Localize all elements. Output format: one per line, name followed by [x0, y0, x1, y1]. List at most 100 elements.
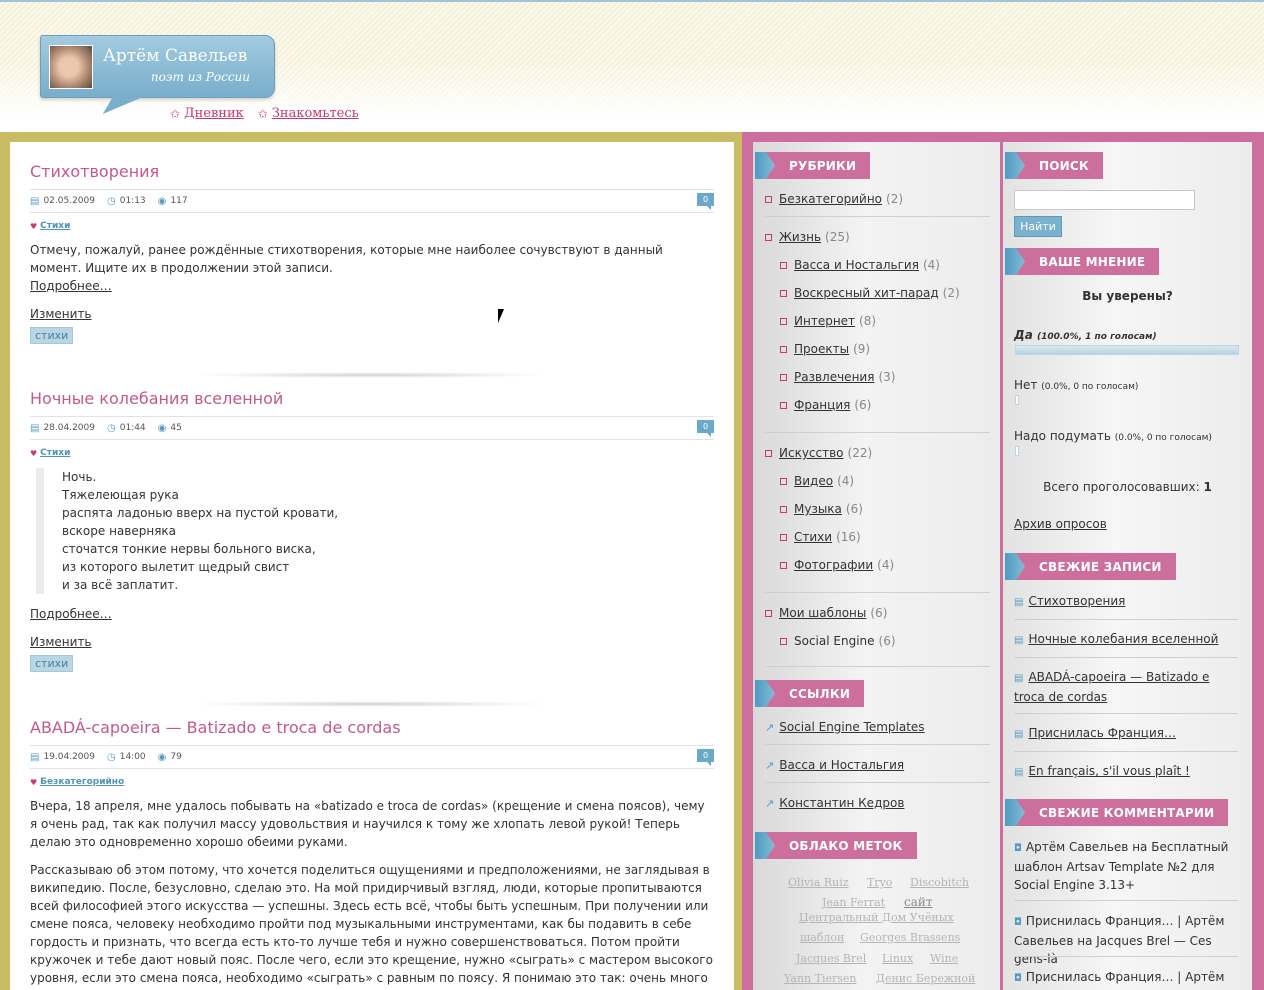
- post-title[interactable]: Ночные колебания вселенной: [30, 389, 714, 408]
- tag-cloud-link[interactable]: Wine: [930, 952, 958, 965]
- tag-cloud-link[interactable]: Georges Brassens: [860, 931, 960, 944]
- search-button[interactable]: Найти: [1014, 216, 1062, 237]
- post-separator: [190, 372, 550, 378]
- square-bullet-icon: [780, 637, 787, 645]
- category-item: Стихи (16): [780, 530, 861, 544]
- comment-author: Артём Савельев: [1025, 840, 1129, 854]
- edit-link[interactable]: Изменить: [30, 633, 714, 651]
- post-tag[interactable]: стихи: [30, 327, 74, 344]
- eye-icon: ◉: [157, 195, 167, 207]
- poem-line: Ночь.: [62, 470, 97, 484]
- tag-cloud-link[interactable]: Linux: [882, 952, 913, 965]
- poll-answer: Надо подумать (0.0%, 0 по голосам): [1014, 429, 1212, 443]
- comment-icon: ◘: [1014, 843, 1022, 854]
- category-link[interactable]: Воскресный хит-парад: [794, 286, 939, 300]
- square-bullet-icon: [780, 401, 787, 409]
- poll-result-fill: [1016, 346, 1238, 354]
- recent-post-link[interactable]: En français, s'il vous plaît !: [1028, 764, 1189, 778]
- tag-cloud-link[interactable]: Jean Ferrat: [822, 896, 885, 909]
- divider: [1014, 713, 1238, 714]
- recent-post-link[interactable]: Приснилась Франция…: [1028, 726, 1176, 740]
- divider: [765, 744, 990, 745]
- category-link[interactable]: Франция: [794, 398, 850, 412]
- post-category: ♥ Стихи: [30, 221, 714, 231]
- calendar-icon: ▤: [30, 751, 40, 763]
- post-title[interactable]: ABADÁ-capoeira — Batizado e troca de cor…: [30, 718, 714, 737]
- tag-cloud-link[interactable]: Yann Tiersen: [784, 972, 857, 985]
- tag-cloud-link[interactable]: Денис Бережной: [876, 972, 975, 985]
- heart-icon: ♥: [30, 448, 38, 458]
- tag-cloud-link[interactable]: шаблон: [800, 931, 844, 944]
- category-item: Васса и Ностальгия (4): [780, 258, 940, 272]
- category-link[interactable]: Жизнь: [779, 230, 821, 244]
- poll-archive-link[interactable]: Архив опросов: [1014, 517, 1107, 531]
- category-link[interactable]: Проекты: [794, 342, 849, 356]
- tag-cloud-link[interactable]: сайт: [904, 895, 933, 909]
- post-tag[interactable]: стихи: [30, 655, 74, 672]
- tag-cloud-link[interactable]: Jacques Brel: [796, 952, 866, 965]
- search-input[interactable]: [1014, 190, 1195, 210]
- blogroll-link[interactable]: Васса и Ностальгия: [779, 758, 904, 772]
- tag-cloud-link[interactable]: Tryo: [867, 876, 892, 889]
- nav-link-about[interactable]: Знакомьтесь: [272, 106, 359, 121]
- category-link[interactable]: Стихи: [40, 448, 70, 458]
- read-more-link[interactable]: Подробнее…: [30, 277, 714, 295]
- comment-count-badge[interactable]: 0: [697, 193, 714, 210]
- heart-icon: ♥: [30, 221, 38, 231]
- recent-post-item: ▤ ABADÁ-capoeira — Batizado e troca de co…: [1014, 668, 1236, 706]
- category-link[interactable]: Social Engine: [794, 634, 875, 648]
- tag-cloud-link[interactable]: Центральный Дом Учёных: [799, 911, 954, 924]
- tag-cloud-link[interactable]: Olivia Ruiz: [788, 876, 849, 889]
- category-link[interactable]: Музыка: [794, 502, 842, 516]
- clock-icon: ◷: [106, 195, 116, 207]
- blogroll-link[interactable]: Social Engine Templates: [779, 720, 924, 734]
- nav-link-diary[interactable]: Дневник: [184, 106, 244, 121]
- category-link[interactable]: Мои шаблоны: [779, 606, 866, 620]
- category-link[interactable]: Стихи: [794, 530, 832, 544]
- post-paragraph: Вчера, 18 апреля, мне удалось побывать н…: [30, 799, 705, 849]
- post-views: 45: [170, 423, 182, 433]
- post-title[interactable]: Стихотворения: [30, 162, 714, 181]
- comment-count-badge[interactable]: 0: [697, 749, 714, 766]
- blogroll-item: ↗ Social Engine Templates: [765, 720, 925, 734]
- category-link[interactable]: Искусство: [779, 446, 844, 460]
- clock-icon: ◷: [106, 422, 116, 434]
- category-link[interactable]: Васса и Ностальгия: [794, 258, 919, 272]
- read-more-link[interactable]: Подробнее…: [30, 605, 714, 623]
- external-link-icon: ↗: [765, 720, 775, 734]
- category-item: Искусство (22): [765, 446, 872, 460]
- post-category: ♥ Безкатегорийно: [30, 777, 714, 787]
- poem-line: вскоре наверняка: [62, 524, 177, 538]
- square-bullet-icon: [780, 561, 787, 569]
- category-item: Развлечения (3): [780, 370, 895, 384]
- site-logo[interactable]: Артём Савельев поэт из России: [40, 35, 275, 98]
- comment-count-badge[interactable]: 0: [697, 420, 714, 437]
- document-icon: ▤: [1014, 729, 1024, 740]
- recent-post-item: ▤ En français, s'il vous plaît !: [1014, 762, 1236, 782]
- recent-post-link[interactable]: Стихотворения: [1028, 594, 1125, 608]
- divider: [1014, 751, 1238, 752]
- category-link[interactable]: Интернет: [794, 314, 855, 328]
- category-item: Проекты (9): [780, 342, 870, 356]
- edit-link[interactable]: Изменить: [30, 305, 714, 323]
- category-item: Жизнь (25): [765, 230, 850, 244]
- recent-post-link[interactable]: ABADÁ-capoeira — Batizado e troca de cor…: [1014, 670, 1209, 704]
- category-link[interactable]: Безкатегорийно: [779, 192, 882, 206]
- recent-post-link[interactable]: Ночные колебания вселенной: [1028, 632, 1218, 646]
- divider: [1014, 900, 1238, 901]
- calendar-icon: ▤: [30, 195, 40, 207]
- category-link[interactable]: Безкатегорийно: [40, 777, 124, 787]
- category-link[interactable]: Видео: [794, 474, 833, 488]
- category-link[interactable]: Фотографии: [794, 558, 873, 572]
- links-widget-title: ССЫЛКИ: [755, 680, 865, 707]
- tag-cloud-link[interactable]: Discobitch: [910, 876, 969, 889]
- category-link[interactable]: Стихи: [40, 221, 70, 231]
- mouse-cursor-icon: [498, 309, 504, 323]
- divider: [765, 666, 990, 667]
- category-link[interactable]: Развлечения: [794, 370, 874, 384]
- post-time: 01:13: [119, 196, 146, 206]
- square-bullet-icon: [780, 373, 787, 381]
- blogroll-link[interactable]: Константин Кедров: [779, 796, 904, 810]
- post-category: ♥ Стихи: [30, 448, 714, 458]
- poll-total: Всего проголосовавших: 1: [1043, 480, 1212, 494]
